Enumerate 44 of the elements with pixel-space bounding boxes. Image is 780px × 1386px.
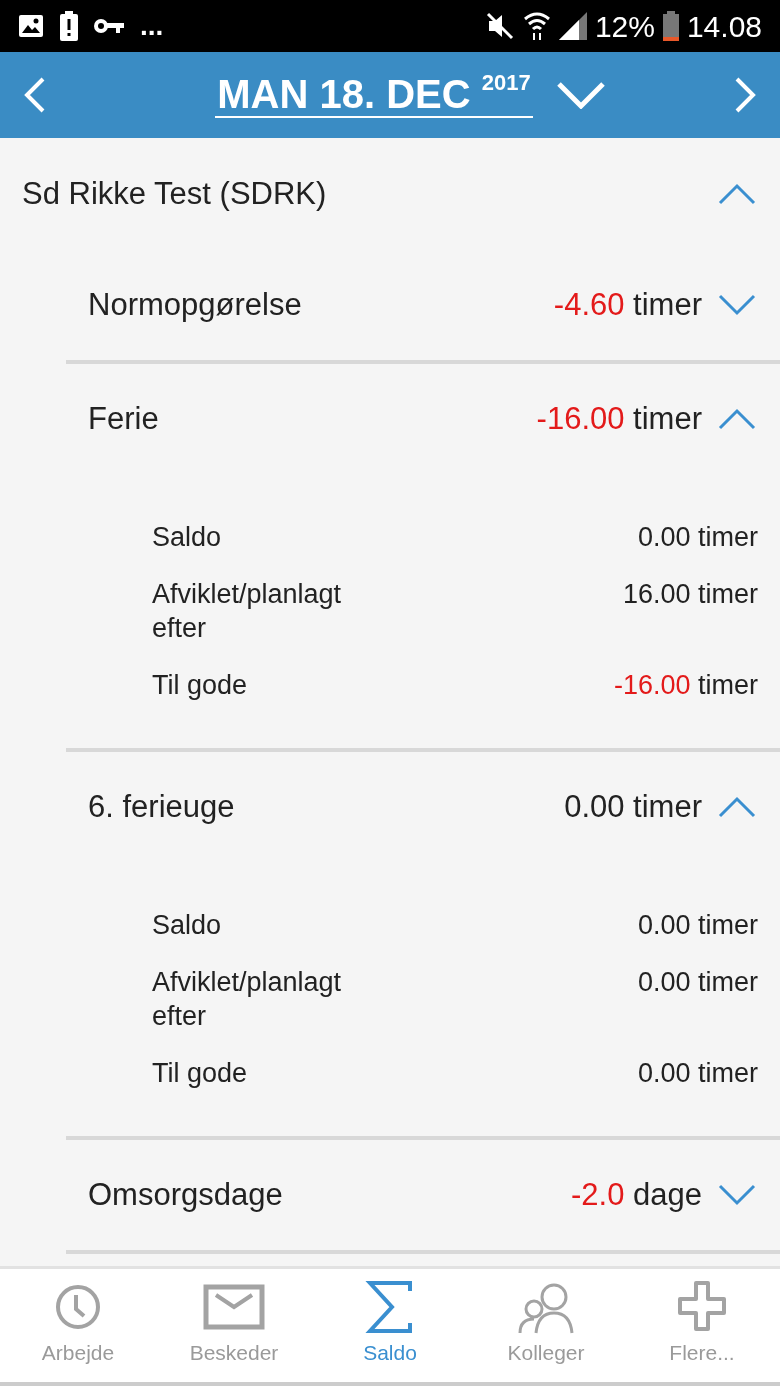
- account-title: Sd Rikke Test (SDRK): [22, 174, 327, 213]
- date-selector[interactable]: MAN 18. DEC $^{2017}$: [215, 72, 533, 118]
- signal-icon: [558, 12, 587, 40]
- chevron-up-icon[interactable]: [718, 182, 756, 206]
- detail-value: 0.00 timer: [637, 966, 758, 999]
- balance-value: -4.60 timer: [553, 285, 702, 324]
- chevron-up-icon[interactable]: [718, 407, 756, 431]
- detail-label: Saldo: [152, 909, 223, 942]
- detail-value: -16.00 timer: [613, 669, 758, 702]
- nav-tab[interactable]: Kolleger: [468, 1269, 624, 1382]
- battery-icon: [662, 11, 679, 41]
- nav-tab[interactable]: Beskeder: [156, 1269, 312, 1382]
- next-icon[interactable]: [734, 77, 756, 113]
- nav-tab[interactable]: Arbejde: [0, 1269, 156, 1382]
- clock-time: 14.08: [686, 8, 762, 45]
- mute-icon: [484, 11, 515, 41]
- balance-value: -16.00 timer: [536, 399, 702, 438]
- balance-name: Ferie: [88, 399, 160, 438]
- detail-value: 16.00 timer: [622, 578, 758, 611]
- balance-value: 0.00 timer: [564, 787, 702, 826]
- key-icon: [94, 17, 124, 35]
- chevron-up-icon[interactable]: [718, 795, 756, 819]
- detail-label: Afviklet/planlagt efter: [152, 578, 343, 645]
- chevron-down-icon[interactable]: [718, 293, 756, 317]
- nav-tab[interactable]: Saldo: [312, 1269, 468, 1382]
- chevron-down-icon[interactable]: [718, 1183, 756, 1207]
- detail-label: Afviklet/planlagt efter: [152, 966, 343, 1033]
- detail-label: Til gode: [152, 669, 249, 702]
- balance-name: Normopgørelse: [88, 285, 303, 324]
- battery-percentage: 12%: [594, 8, 655, 45]
- detail-value: 0.00 timer: [637, 909, 758, 942]
- overflow-indicator: ...: [140, 12, 164, 40]
- detail-value: 0.00 timer: [637, 521, 758, 554]
- nav-tab[interactable]: Flere...: [624, 1269, 780, 1382]
- battery-alert-icon: [60, 11, 78, 41]
- balance-name: 6. ferieuge: [88, 787, 236, 826]
- detail-label: Til gode: [152, 1057, 249, 1090]
- balance-name: Omsorgsdage: [88, 1175, 284, 1214]
- balance-value: -2.0 dage: [571, 1175, 702, 1214]
- previous-icon[interactable]: [24, 77, 46, 113]
- image-icon: [18, 14, 44, 38]
- wifi-icon: [522, 11, 551, 41]
- detail-label: Saldo: [152, 521, 223, 554]
- detail-value: 0.00 timer: [637, 1057, 758, 1090]
